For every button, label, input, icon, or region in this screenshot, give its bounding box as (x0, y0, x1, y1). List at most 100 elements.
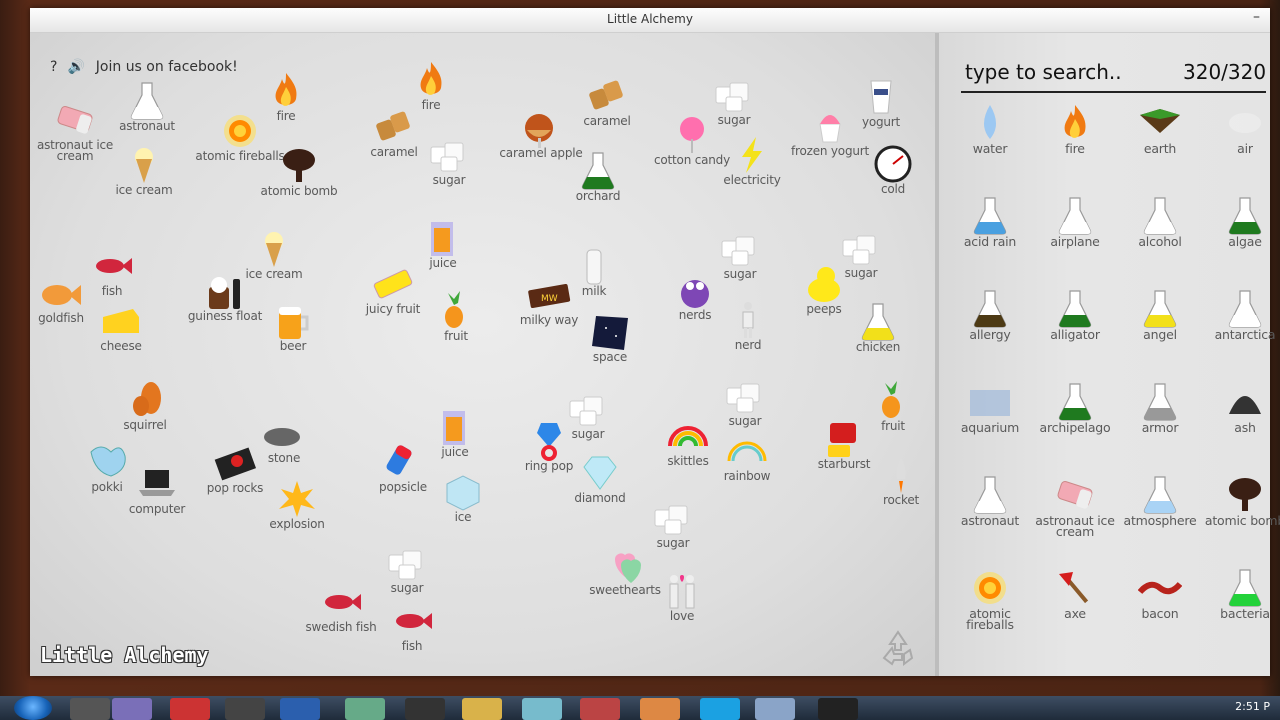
board-element[interactable]: atomic bomb (254, 146, 344, 197)
recycle-icon[interactable] (878, 628, 918, 668)
board-element[interactable]: orchard (553, 151, 643, 202)
board-element[interactable]: yogurt (836, 77, 926, 128)
person-icon (726, 300, 770, 340)
taskbar-app-icon[interactable] (112, 698, 152, 720)
library-item[interactable]: algae (1203, 196, 1280, 248)
cheese-icon (99, 301, 143, 341)
flask-brown-icon (968, 289, 1012, 329)
speaker-icon[interactable]: 🔊 (68, 59, 85, 75)
cone-icon (122, 145, 166, 185)
stone-icon (262, 413, 306, 453)
help-icon[interactable]: ? (50, 59, 57, 75)
search-input[interactable]: type to search.. (965, 60, 1122, 84)
library-item[interactable]: water (948, 103, 1032, 155)
library-item[interactable]: archipelago (1033, 382, 1117, 434)
library-item[interactable]: atomic bomb (1203, 475, 1280, 527)
library-item[interactable]: armor (1118, 382, 1202, 434)
board-element[interactable]: ice (418, 472, 508, 523)
fire-icon (1053, 103, 1097, 143)
library-item[interactable]: aquarium (948, 382, 1032, 434)
fire-icon (264, 71, 308, 111)
board-element[interactable]: ice cream (229, 229, 319, 280)
board-element[interactable]: cheese (76, 301, 166, 352)
candybar-icon: MW (527, 275, 571, 315)
library-item[interactable]: antarctica (1203, 289, 1280, 341)
taskbar-app-icon[interactable] (580, 698, 620, 720)
board-element[interactable]: juice (398, 218, 488, 269)
flask-grey-icon (1138, 382, 1182, 422)
board-element[interactable]: rocket (856, 455, 946, 506)
movie-maker-icon[interactable] (818, 698, 858, 720)
board-element[interactable]: fish (367, 601, 457, 652)
workspace-board[interactable]: ? 🔊 Join us on facebook! Little Alchemy … (30, 33, 935, 676)
gum-icon (371, 264, 415, 304)
board-element[interactable]: ice cream (99, 145, 189, 196)
library-item[interactable]: acid rain (948, 196, 1032, 248)
taskbar-app-icon[interactable] (522, 698, 562, 720)
board-element[interactable]: astronaut (102, 81, 192, 132)
board-element[interactable]: stone (239, 413, 329, 464)
board-element[interactable]: rainbow (702, 431, 792, 482)
chrome-icon[interactable] (170, 698, 210, 720)
taskbar-app-icon[interactable] (225, 698, 265, 720)
library-item[interactable]: astronaut ice cream (1033, 475, 1117, 538)
library-item[interactable]: alcohol (1118, 196, 1202, 248)
library-item[interactable]: bacon (1118, 568, 1202, 620)
folder-icon[interactable] (462, 698, 502, 720)
facebook-link[interactable]: Join us on facebook! (96, 59, 238, 75)
system-clock: 2:51 P (1235, 700, 1270, 713)
element-label: computer (128, 502, 186, 516)
element-label: love (669, 609, 695, 623)
couple-icon (660, 571, 704, 611)
board-element[interactable]: love (637, 571, 727, 622)
library-item[interactable]: alligator (1033, 289, 1117, 341)
element-counter: 320/320 (1183, 60, 1267, 84)
board-element[interactable]: cold (848, 144, 938, 195)
library-item[interactable]: ash (1203, 382, 1280, 434)
library-item[interactable]: allergy (948, 289, 1032, 342)
library-item[interactable]: axe (1033, 568, 1117, 620)
library-item[interactable]: air (1203, 103, 1280, 155)
board-element[interactable]: computer (112, 464, 202, 515)
start-button[interactable] (14, 696, 52, 720)
library-item[interactable]: angel (1118, 289, 1202, 341)
board-element[interactable]: caramel (562, 76, 652, 127)
library-item[interactable]: atmosphere (1118, 475, 1202, 528)
explosion-icon (275, 479, 319, 519)
board-element[interactable]: beer (248, 301, 338, 352)
board-element[interactable]: electricity (707, 135, 797, 186)
library-item[interactable]: astronaut (948, 475, 1032, 527)
library-item[interactable]: airplane (1033, 196, 1117, 248)
taskbar-app-icon[interactable] (70, 698, 110, 720)
taskbar-app-icon[interactable] (755, 698, 795, 720)
board-element[interactable]: diamond (555, 453, 645, 504)
board-element[interactable]: sugar (628, 498, 718, 549)
board-element[interactable]: fire (386, 60, 476, 111)
board-element[interactable]: fruit (411, 291, 501, 342)
minimize-button[interactable]: – (1253, 9, 1260, 25)
element-label: cold (880, 182, 906, 196)
tank-icon (968, 382, 1012, 422)
board-element[interactable]: squirrel (100, 380, 190, 431)
pineapple-icon (434, 291, 478, 331)
library-item[interactable]: bacteria (1203, 568, 1280, 620)
search-box[interactable]: type to search.. 320/320 (961, 55, 1266, 93)
board-element[interactable]: sugar (404, 135, 494, 186)
taskbar-app-icon[interactable] (405, 698, 445, 720)
media-player-icon[interactable] (640, 698, 680, 720)
board-element[interactable]: explosion (252, 479, 342, 530)
word-icon[interactable] (280, 698, 320, 720)
cubes-icon (718, 229, 762, 269)
library-item[interactable]: fire (1033, 103, 1117, 155)
axe-icon (1053, 568, 1097, 608)
library-item-label: atmosphere (1123, 513, 1197, 528)
board-element[interactable]: chicken (833, 302, 923, 353)
paint-icon[interactable] (345, 698, 385, 720)
board-element[interactable]: space (565, 312, 655, 363)
library-item[interactable]: atomic fireballs (948, 568, 1032, 631)
peeps-icon (802, 264, 846, 304)
library-item-label: allergy (969, 327, 1011, 342)
library-item[interactable]: earth (1118, 103, 1202, 155)
skype-icon[interactable] (700, 698, 740, 720)
squirrel-icon (123, 380, 167, 420)
